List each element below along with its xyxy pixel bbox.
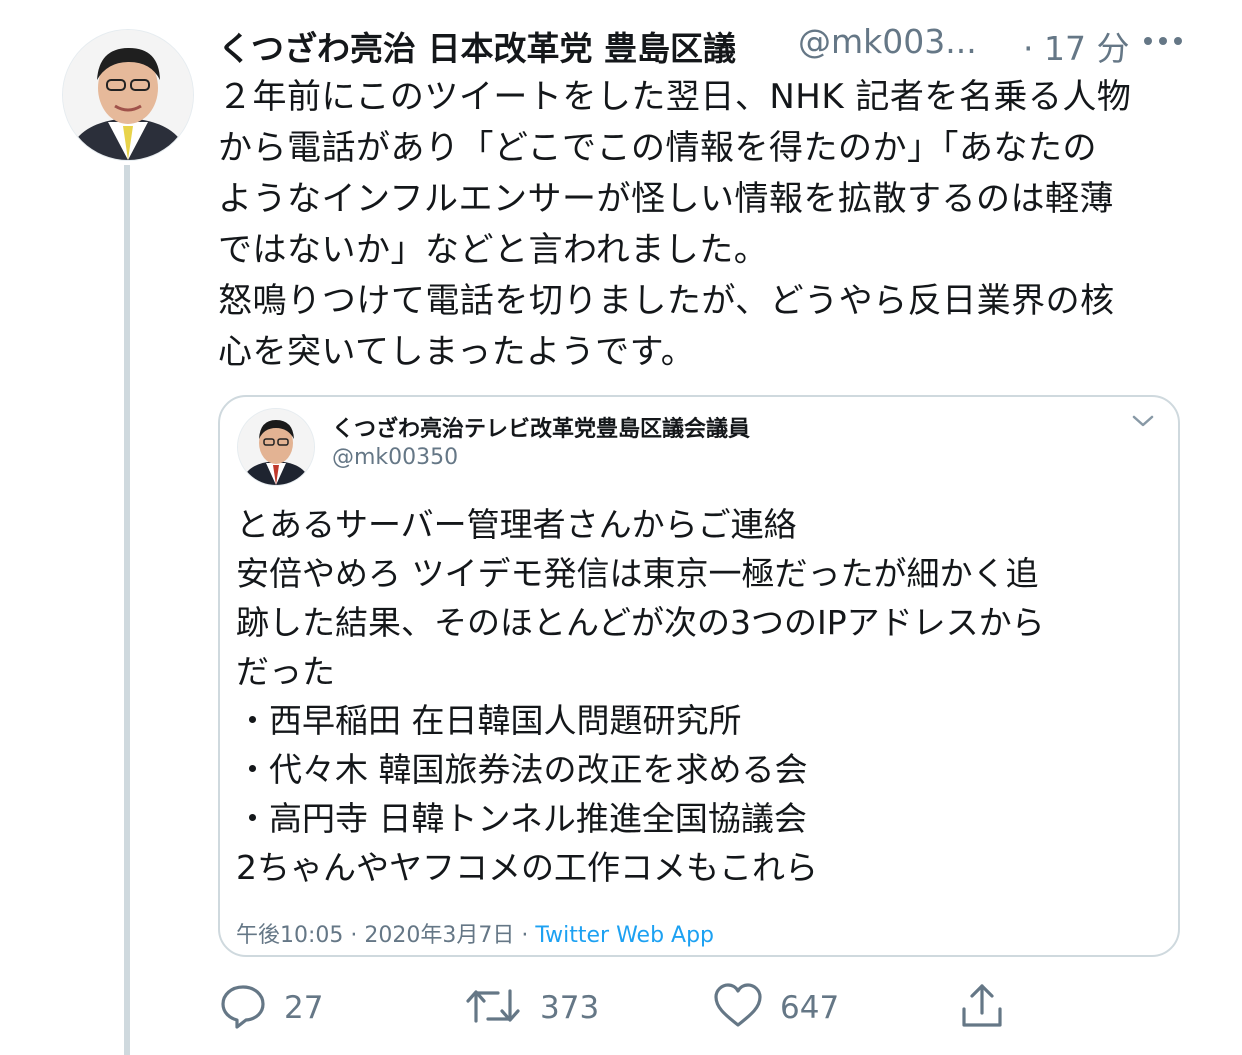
- tweet-text-line: 怒鳴りつけて電話を切りましたが、どうやら反日業界の核: [218, 281, 1115, 321]
- tweet-text: ２年前にこのツイートをした翌日、NHK 記者を名乗る人物 から電話があり「どこで…: [218, 72, 1188, 378]
- quoted-text-line: ・高円寺 日韓トンネル推進全国協議会: [236, 799, 807, 838]
- reply-button[interactable]: 27: [218, 980, 323, 1036]
- like-count: 647: [780, 990, 840, 1026]
- author-handle[interactable]: @mk003...: [798, 22, 977, 61]
- quoted-text-line: 安倍やめろ ツイデモ発信は東京一極だったが細かく追: [236, 554, 1039, 593]
- tweet-text-line: 心を突いてしまったようです。: [218, 332, 696, 372]
- author-name[interactable]: くつざわ亮治 日本改革党 豊島区議: [218, 22, 736, 70]
- tweet-text-line: から電話があり「どこでこの情報を得たのか」「あなたの: [218, 128, 1097, 168]
- quoted-text-line: ・代々木 韓国旅券法の改正を求める会: [236, 750, 808, 789]
- quoted-text-line: だった: [236, 652, 335, 691]
- quoted-tweet-card[interactable]: くつざわ亮治テレビ改革党豊島区議会議員 @mk00350 とあるサーバー管理者さ…: [218, 395, 1180, 957]
- tweet-text-line: ではないか」などと言われました。: [218, 230, 769, 270]
- quoted-avatar[interactable]: [238, 409, 314, 485]
- thread-line: [124, 165, 130, 1055]
- quoted-text-line: 跡した結果、そのほとんどが次の3つのIPアドレスから: [236, 603, 1045, 642]
- quoted-text-line: とあるサーバー管理者さんからご連絡: [236, 505, 797, 544]
- chevron-down-icon[interactable]: [1128, 411, 1158, 431]
- tweet-time[interactable]: · 17 分: [1023, 22, 1129, 70]
- quoted-author-name[interactable]: くつざわ亮治テレビ改革党豊島区議会議員: [332, 411, 750, 443]
- quoted-timestamp[interactable]: 午後10:05 · 2020年3月7日 ·: [236, 923, 535, 948]
- retweet-icon[interactable]: [462, 981, 524, 1035]
- quoted-text-line: ・西早稲田 在日韓国人問題研究所: [236, 701, 742, 740]
- quoted-text-line: 2ちゃんやヤフコメの工作コメもこれら: [236, 848, 818, 887]
- share-icon[interactable]: [958, 981, 1006, 1035]
- tweet-text-line: ようなインフルエンサーが怪しい情報を拡散するのは軽薄: [218, 179, 1114, 219]
- reply-icon[interactable]: [218, 981, 268, 1035]
- retweet-count: 373: [540, 990, 600, 1026]
- quoted-author-handle[interactable]: @mk00350: [332, 445, 458, 470]
- more-icon[interactable]: [1133, 26, 1193, 56]
- avatar[interactable]: [63, 30, 193, 160]
- tweet-text-line: ２年前にこのツイートをした翌日、NHK 記者を名乗る人物: [218, 77, 1132, 117]
- retweet-button[interactable]: 373: [462, 980, 599, 1036]
- like-button[interactable]: 647: [712, 980, 839, 1036]
- action-bar: 27 373 647: [218, 980, 1018, 1036]
- quoted-tweet-meta: 午後10:05 · 2020年3月7日 · Twitter Web App: [236, 917, 714, 949]
- like-icon[interactable]: [712, 981, 764, 1035]
- quoted-tweet-text: とあるサーバー管理者さんからご連絡 安倍やめろ ツイデモ発信は東京一極だったが細…: [236, 500, 1166, 892]
- reply-count: 27: [284, 990, 324, 1026]
- tweet-header: くつざわ亮治 日本改革党 豊島区議 @mk003... · 17 分: [218, 18, 1218, 68]
- source-link[interactable]: Twitter Web App: [535, 923, 714, 948]
- share-button[interactable]: [958, 980, 1006, 1036]
